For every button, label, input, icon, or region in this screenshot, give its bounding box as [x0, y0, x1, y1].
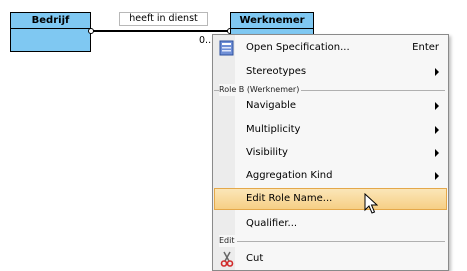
submenu-arrow-icon [435, 68, 439, 76]
menu-item-label: Open Specification... [246, 42, 350, 53]
menu-item-navigable[interactable]: Navigable [214, 95, 447, 117]
menu-item-label: Aggregation Kind [246, 170, 333, 181]
association-line[interactable] [92, 30, 230, 32]
menu-item-open-specification[interactable]: Open Specification... Enter [214, 37, 447, 59]
specification-icon [219, 40, 234, 56]
menu-item-aggregation-kind[interactable]: Aggregation Kind [214, 165, 447, 187]
section-divider [219, 241, 445, 242]
scissors-icon [220, 251, 234, 267]
menu-item-label: Visibility [246, 147, 288, 158]
section-title: Edit [219, 235, 237, 247]
menu-item-qualifier[interactable]: Qualifier... [214, 213, 447, 235]
menu-item-multiplicity[interactable]: Multiplicity [214, 119, 447, 141]
menu-item-edit-role-name[interactable]: Edit Role Name... [214, 188, 447, 210]
menu-item-shortcut: Enter [412, 42, 439, 53]
context-menu: Open Specification... Enter Stereotypes … [212, 34, 449, 271]
mouse-pointer-icon [364, 193, 378, 214]
menu-item-label: Multiplicity [246, 124, 301, 135]
association-name-label[interactable]: heeft in dienst [119, 12, 208, 26]
class-name-bedrijf: Bedrijf [11, 13, 90, 29]
section-edit: Edit [214, 235, 447, 247]
submenu-arrow-icon [435, 126, 439, 134]
submenu-arrow-icon [435, 172, 439, 180]
menu-item-label: Qualifier... [246, 218, 298, 229]
menu-item-label: Edit Role Name... [246, 193, 333, 204]
submenu-arrow-icon [435, 149, 439, 157]
menu-item-cut[interactable]: Cut [214, 248, 447, 270]
menu-item-stereotypes[interactable]: Stereotypes [214, 61, 447, 83]
menu-item-label: Navigable [246, 100, 297, 111]
menu-item-visibility[interactable]: Visibility [214, 142, 447, 164]
menu-item-label: Cut [246, 253, 264, 264]
association-end-left[interactable] [88, 28, 94, 34]
multiplicity-label: 0.. [199, 35, 212, 46]
class-bedrijf[interactable]: Bedrijf [10, 12, 91, 52]
submenu-arrow-icon [435, 102, 439, 110]
menu-item-label: Stereotypes [246, 66, 307, 77]
class-name-werknemer: Werknemer [231, 13, 313, 29]
